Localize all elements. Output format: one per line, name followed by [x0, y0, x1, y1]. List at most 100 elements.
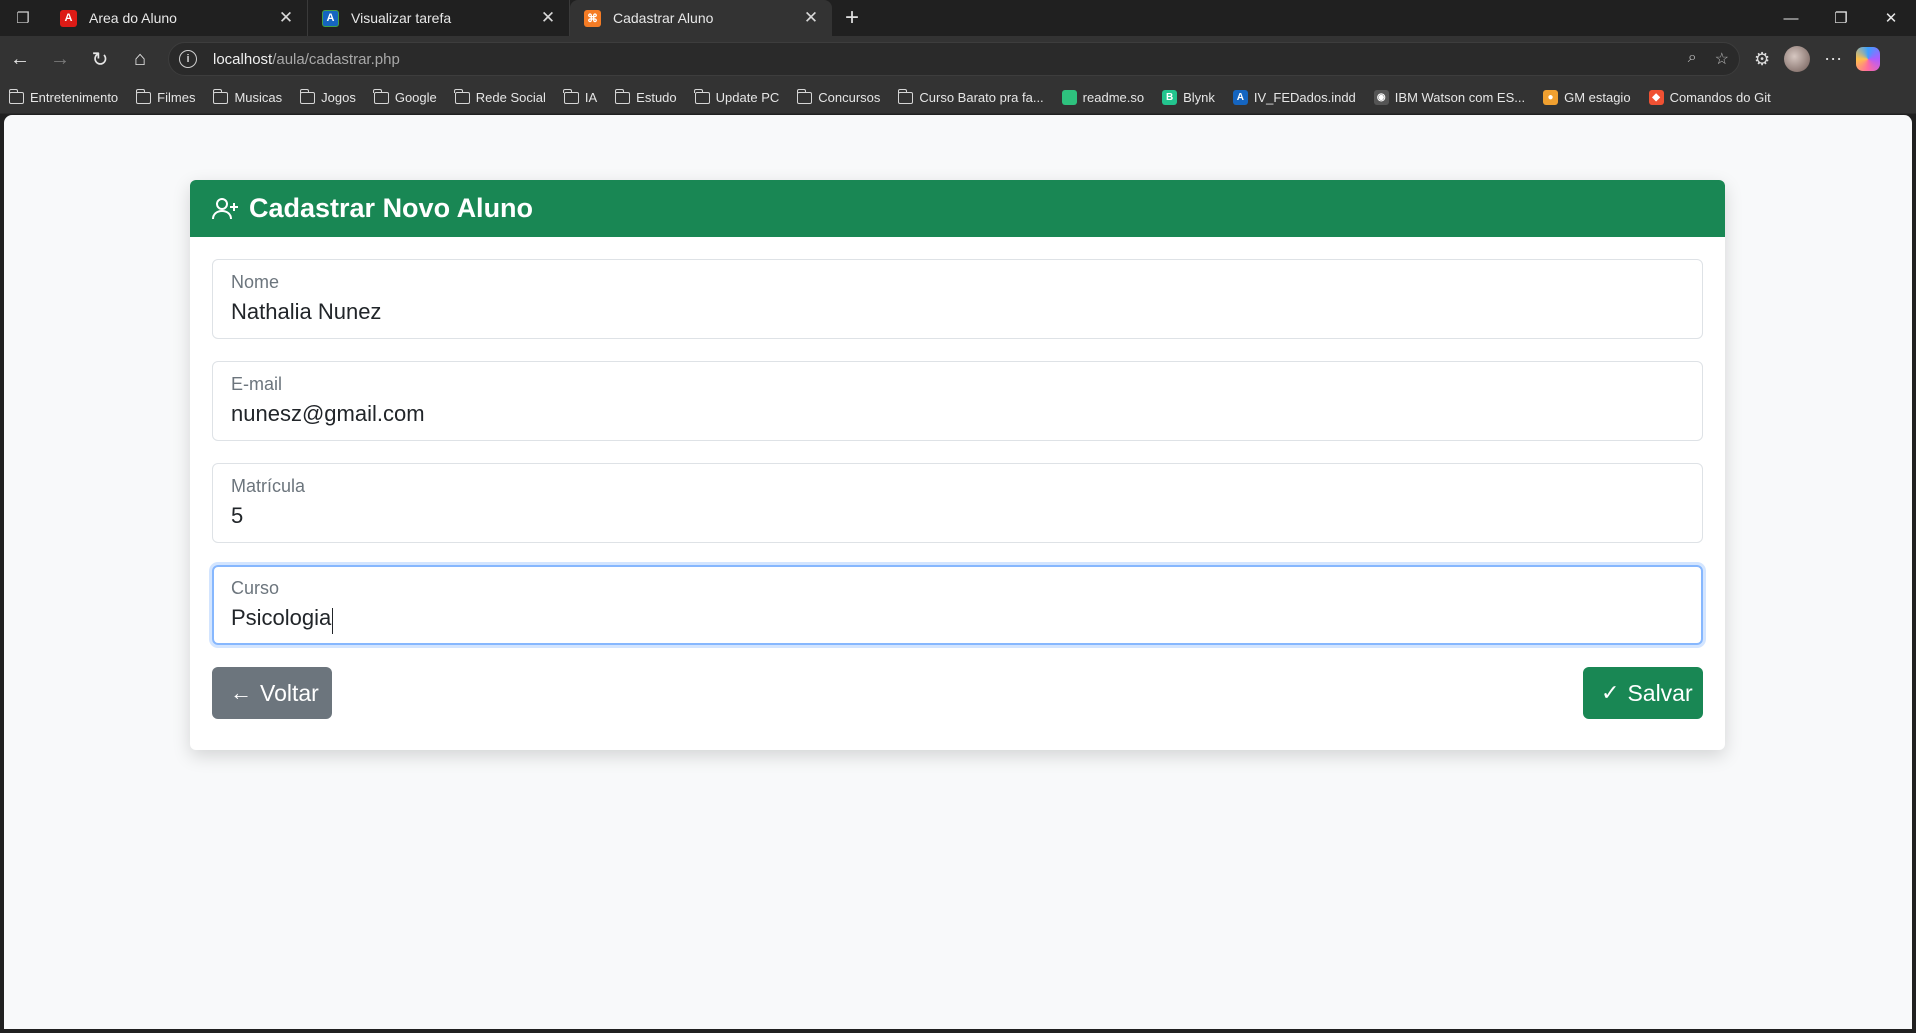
bookmark-item[interactable]: Estudo [614, 88, 677, 105]
site-info-icon[interactable]: i [179, 50, 197, 68]
bookmark-item[interactable]: ◉ IBM Watson com ES... [1373, 90, 1526, 105]
curso-label: Curso [231, 578, 280, 598]
browser-toolbar: ← → ↻ ⌂ i localhost/aula/cadastrar.php ⌕… [0, 36, 1916, 82]
angular-favicon-icon: A [60, 9, 77, 27]
forward-icon[interactable]: → [40, 39, 80, 79]
close-tab-icon[interactable]: ✕ [802, 8, 820, 28]
bookmark-item[interactable]: Concursos [796, 88, 881, 105]
tab-area-do-aluno[interactable]: A Area do Aluno ✕ [46, 0, 308, 36]
bookmark-label: IA [584, 90, 598, 105]
register-student-card: Cadastrar Novo Aluno Nome Nathalia Nunez… [190, 180, 1725, 750]
email-input[interactable]: nunesz@gmail.com [231, 401, 425, 427]
card-header: Cadastrar Novo Aluno [190, 180, 1725, 237]
zoom-icon[interactable]: ⌕ [1688, 49, 1697, 69]
back-icon[interactable]: ← [0, 39, 40, 79]
bookmark-label: GM estagio [1564, 90, 1631, 105]
matricula-label: Matrícula [231, 476, 306, 496]
window-controls: — ❐ ✕ [1766, 0, 1916, 36]
tab-title: Cadastrar Aluno [613, 10, 714, 26]
tab-strip: ❐ A Area do Aluno ✕ A Visualizar tarefa … [0, 0, 1916, 36]
bookmark-item[interactable]: ◆ Comandos do Git [1648, 90, 1771, 105]
bookmark-label: IBM Watson com ES... [1394, 90, 1526, 105]
bookmark-item[interactable]: ● GM estagio [1543, 90, 1631, 105]
xampp-favicon-icon: ⌘ [584, 9, 601, 27]
folder-icon [694, 88, 710, 104]
back-button[interactable]: ← Voltar [212, 667, 332, 719]
favorite-star-icon[interactable]: ☆ [1715, 49, 1729, 69]
home-icon[interactable]: ⌂ [120, 39, 160, 79]
tab-visualizar-tarefa[interactable]: A Visualizar tarefa ✕ [308, 0, 570, 36]
folder-icon [614, 88, 631, 104]
extensions-icon[interactable]: ⚙ [1754, 49, 1770, 70]
bookmark-item[interactable]: B Blynk [1162, 90, 1215, 105]
address-bar[interactable]: i localhost/aula/cadastrar.php ⌕ ☆ [168, 42, 1740, 76]
nome-label: Nome [231, 272, 280, 292]
bookmark-item[interactable]: Update PC [694, 88, 780, 105]
folder-icon [563, 88, 579, 104]
page-viewport: Cadastrar Novo Aluno Nome Nathalia Nunez… [4, 115, 1912, 1029]
save-button[interactable]: ✓ Salvar [1583, 667, 1703, 719]
bookmark-label: Musicas [234, 90, 283, 105]
close-window-icon[interactable]: ✕ [1866, 0, 1916, 36]
bookmarks-bar: Entretenimento Filmes Musicas Jogos Google Re… [0, 82, 1916, 114]
site-favicon-icon: ● [1543, 90, 1559, 105]
bookmark-label: Jogos [321, 90, 356, 105]
url-path: /aula/cadastrar.php [272, 50, 400, 68]
form-actions: ← Voltar ✓ Salvar [212, 667, 1703, 719]
folder-icon [454, 88, 470, 104]
save-button-label: Salvar [1627, 679, 1693, 706]
email-field[interactable]: E-mail nunesz@gmail.com [212, 361, 1703, 441]
tab-title: Area do Aluno [89, 10, 177, 26]
curso-input[interactable]: Psicologia [231, 605, 331, 631]
bookmark-label: Curso Barato pra fa... [919, 90, 1044, 105]
bookmark-label: Google [394, 90, 437, 105]
nome-field[interactable]: Nome Nathalia Nunez [212, 259, 1703, 339]
bookmark-item[interactable]: Musicas [212, 88, 283, 105]
site-favicon-icon: B [1162, 90, 1178, 105]
text-caret [332, 607, 334, 634]
profile-avatar[interactable] [1784, 46, 1811, 72]
bookmark-label: Comandos do Git [1669, 90, 1771, 105]
bookmark-item[interactable]: Curso Barato pra fa... [897, 88, 1044, 105]
bookmark-label: Entretenimento [30, 90, 119, 105]
close-tab-icon[interactable]: ✕ [539, 8, 557, 28]
matricula-field[interactable]: Matrícula 5 [212, 463, 1703, 543]
close-tab-icon[interactable]: ✕ [277, 8, 295, 28]
folder-icon [8, 88, 24, 104]
copilot-icon[interactable] [1856, 47, 1881, 71]
curso-field[interactable]: Curso Psicologia [212, 565, 1703, 645]
more-menu-icon[interactable]: ⋯ [1824, 49, 1842, 70]
bookmark-label: Update PC [715, 90, 780, 105]
bookmark-item[interactable]: Filmes [135, 88, 196, 105]
site-favicon-icon: ◆ [1648, 90, 1664, 105]
bookmark-item[interactable]: Entretenimento [8, 88, 119, 105]
email-label: E-mail [231, 374, 283, 394]
site-favicon-icon [1061, 90, 1077, 105]
arrow-left-icon: ← [230, 680, 252, 705]
bookmark-item[interactable]: IA [563, 88, 598, 105]
bookmark-label: Blynk [1183, 90, 1215, 105]
tab-title: Visualizar tarefa [351, 10, 452, 26]
bookmark-label: Rede Social [475, 90, 546, 105]
bookmark-item[interactable]: readme.so [1061, 90, 1144, 105]
bookmark-label: IV_FEDados.indd [1253, 90, 1356, 105]
minimize-icon[interactable]: — [1766, 0, 1816, 36]
restore-icon[interactable]: ❐ [1816, 0, 1866, 36]
workspaces-icon[interactable]: ❐ [0, 0, 46, 36]
folder-icon [373, 88, 389, 104]
bookmark-item[interactable]: Google [373, 88, 437, 105]
folder-icon [299, 88, 316, 104]
bookmark-item[interactable]: Jogos [299, 88, 356, 105]
app-favicon-icon: A [322, 9, 339, 27]
bookmark-item[interactable]: Rede Social [454, 88, 546, 105]
nome-input[interactable]: Nathalia Nunez [231, 299, 381, 325]
bookmark-item[interactable]: A IV_FEDados.indd [1232, 90, 1356, 105]
folder-icon [212, 88, 229, 104]
reload-icon[interactable]: ↻ [80, 39, 120, 79]
bookmark-label: Concursos [818, 90, 881, 105]
tab-cadastrar-aluno[interactable]: ⌘ Cadastrar Aluno ✕ [570, 0, 832, 36]
matricula-input[interactable]: 5 [231, 503, 243, 529]
new-tab-icon[interactable]: + [832, 0, 872, 36]
back-button-label: Voltar [260, 679, 319, 706]
bookmark-label: Filmes [157, 90, 196, 105]
